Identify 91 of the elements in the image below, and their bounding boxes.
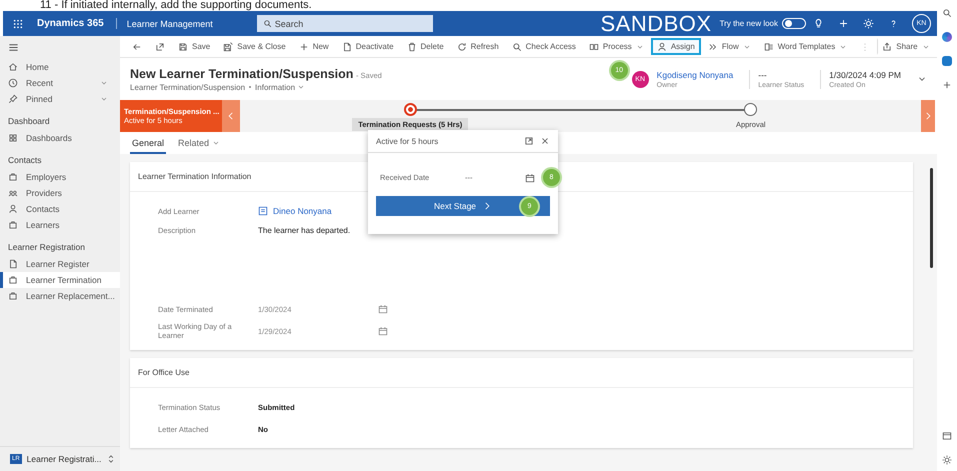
home-icon [8, 62, 18, 72]
search-icon [262, 19, 272, 28]
briefcase-icon [8, 291, 18, 301]
nav-item[interactable]: Dashboards [0, 130, 120, 146]
nav-group-title: Dashboard [7, 115, 51, 128]
page-icon [342, 42, 352, 52]
settings-icon [942, 455, 952, 465]
search-field[interactable]: Search [256, 15, 433, 32]
lookup-link[interactable]: Dineo Nonyana [273, 206, 332, 216]
calendar-icon[interactable] [378, 304, 388, 314]
expand-icon[interactable] [524, 136, 534, 146]
briefcase-icon [8, 172, 18, 182]
field-value[interactable]: The learner has departed. [258, 226, 350, 235]
command-button[interactable]: Deactivate [336, 38, 400, 55]
nav-item[interactable]: Home [0, 59, 120, 75]
popout-icon [155, 42, 165, 52]
chevrons-icon [708, 42, 718, 52]
nav-item[interactable]: Recent [0, 75, 120, 91]
person-icon [656, 42, 667, 52]
section-title: For Office Use [130, 358, 913, 388]
trash-icon [406, 42, 417, 52]
people-icon [8, 188, 18, 198]
calendar-icon[interactable] [378, 326, 388, 336]
clock-icon [8, 78, 18, 88]
grid-icon [8, 133, 18, 143]
nav-item[interactable]: Learners [0, 217, 120, 233]
nav-item[interactable]: Learner Replacement... [0, 288, 120, 304]
nav-group-title: Learner Registration [7, 241, 86, 254]
document-icon [764, 42, 774, 52]
command-button[interactable]: Delete [400, 38, 450, 55]
environment-label: SANDBOX [600, 10, 712, 36]
new-look-toggle[interactable] [782, 18, 806, 29]
chevron-down-icon [297, 83, 306, 91]
nav-item[interactable]: Learner Register [0, 256, 120, 272]
process-icon [588, 42, 599, 52]
document-caption: 11 - If initiated internally, add the supporting documents. [39, 0, 313, 11]
record-title: New Learner Termination/Suspension [130, 66, 354, 80]
back-arrow-icon [132, 42, 142, 52]
menu-icon[interactable] [8, 42, 19, 53]
settings-icon [863, 18, 874, 29]
app-name[interactable]: Dynamics 365 [37, 18, 117, 29]
entity-name: Learner Termination/Suspension [130, 82, 246, 92]
command-button[interactable]: Flow [702, 38, 757, 55]
header-value: 1/30/2024 4:09 PM [829, 70, 901, 80]
nav-item[interactable]: Providers [0, 185, 120, 201]
separator-dot [249, 86, 252, 88]
record-icon [258, 206, 268, 216]
form-selector[interactable]: Information [255, 82, 306, 92]
briefcase-icon [8, 220, 18, 230]
command-button[interactable]: Process [582, 38, 650, 55]
scrollbar[interactable] [930, 168, 933, 268]
calendar-icon[interactable] [525, 172, 535, 182]
app-launcher-icon[interactable] [13, 18, 23, 28]
command-button[interactable]: New [292, 38, 335, 55]
briefcase-icon [8, 275, 18, 285]
close-icon[interactable] [540, 136, 550, 146]
command-button[interactable]: Assign [650, 38, 701, 55]
lightbulb-icon [813, 18, 824, 29]
plus-icon [298, 42, 309, 52]
new-look-label: Try the new look [720, 19, 778, 28]
nav-item[interactable]: Contacts [0, 201, 120, 217]
command-button[interactable]: Save & Close [217, 38, 292, 55]
flyout-title: Active for 5 hours [376, 136, 438, 146]
person-icon [8, 204, 18, 214]
search-icon [942, 8, 952, 18]
save-icon [223, 42, 234, 52]
app-icon[interactable] [942, 56, 952, 66]
command-button[interactable]: Word Templates [758, 38, 854, 55]
form-tab[interactable]: Related [176, 138, 222, 154]
save-icon [178, 42, 188, 52]
command-button[interactable]: Save [172, 38, 216, 55]
pin-icon [8, 94, 18, 104]
nav-item[interactable]: Pinned [0, 91, 120, 107]
plus-icon [942, 80, 952, 90]
nav-item[interactable]: Employers [0, 169, 120, 185]
window-icon [942, 431, 952, 441]
plus-icon [838, 18, 849, 29]
command-button[interactable]: Refresh [450, 38, 505, 55]
command-button[interactable]: Share [877, 38, 936, 55]
refresh-icon [456, 42, 467, 52]
owner-link[interactable]: Kgodiseng Nonyana [656, 70, 734, 80]
app-area-name: Learner Management [126, 18, 214, 28]
share-icon [882, 42, 892, 52]
command-button[interactable]: Check Access [506, 38, 582, 55]
form-tab[interactable]: General [130, 138, 166, 154]
search-icon [512, 42, 522, 52]
app-icon[interactable] [942, 32, 952, 42]
nav-group-title: Contacts [7, 154, 43, 167]
page-icon [8, 259, 18, 269]
header-value: --- [758, 70, 768, 80]
nav-item[interactable]: Learner Termination [0, 272, 120, 288]
